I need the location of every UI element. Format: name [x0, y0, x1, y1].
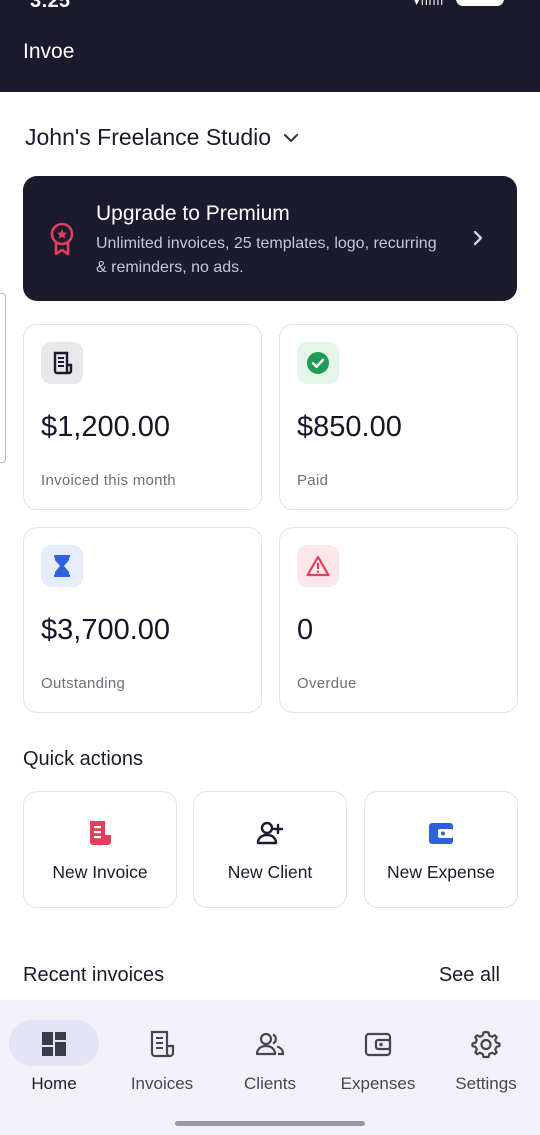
- chevron-right-icon: [473, 230, 483, 246]
- quick-actions-title: Quick actions: [23, 748, 144, 770]
- new-invoice-label: New Invoice: [52, 862, 148, 882]
- nav-home[interactable]: Home: [0, 1020, 108, 1100]
- nav-label: Invoices: [130, 1074, 194, 1093]
- recent-invoices-title: Recent invoices: [23, 964, 165, 986]
- stat-label: Paid: [297, 472, 329, 489]
- new-client-button[interactable]: New Client: [193, 791, 347, 908]
- receipt-icon: [41, 342, 83, 384]
- nav-label: Clients: [244, 1074, 296, 1093]
- stat-card-outstanding[interactable]: $3,700.00 Outstanding: [23, 527, 262, 713]
- nav-expenses[interactable]: Expenses: [324, 1020, 432, 1100]
- dashboard-icon: [42, 1032, 66, 1056]
- stat-amount: $3,700.00: [41, 614, 171, 646]
- signal-icon: ▾ıllıll: [413, 0, 444, 8]
- add-person-icon: [256, 821, 284, 845]
- stat-card-paid[interactable]: $850.00 Paid: [279, 324, 518, 510]
- stat-card-invoiced[interactable]: $1,200.00 Invoiced this month: [23, 324, 262, 510]
- new-expense-button[interactable]: New Expense: [364, 791, 518, 908]
- stat-amount: $850.00: [297, 411, 402, 443]
- wallet-icon: [364, 1032, 392, 1057]
- stat-card-overdue[interactable]: 0 Overdue: [279, 527, 518, 713]
- premium-description: Unlimited invoices, 25 templates, logo, …: [96, 235, 437, 276]
- status-time: 3:25: [30, 0, 71, 12]
- new-expense-label: New Expense: [387, 862, 495, 882]
- app-bar: Invoe: [0, 14, 540, 92]
- stat-label: Invoiced this month: [41, 472, 176, 489]
- home-content[interactable]: John's Freelance Studio Upgrade to Premi…: [0, 92, 540, 1000]
- nav-settings[interactable]: Settings: [432, 1020, 540, 1100]
- gear-icon: [471, 1030, 501, 1059]
- wallet-icon: [429, 823, 453, 844]
- nav-label: Home: [31, 1074, 77, 1093]
- hourglass-icon: [41, 545, 83, 587]
- nav-clients[interactable]: Clients: [216, 1020, 324, 1100]
- nav-invoices[interactable]: Invoices: [108, 1020, 216, 1100]
- upgrade-premium-banner[interactable]: Upgrade to Premium Unlimited invoices, 2…: [23, 176, 517, 301]
- warning-icon: [297, 545, 339, 587]
- see-all-link[interactable]: See all: [439, 964, 500, 987]
- status-bar: 3:25 ▾ıllıll: [0, 0, 540, 14]
- nav-label: Expenses: [340, 1074, 416, 1093]
- stat-amount: 0: [297, 614, 314, 646]
- side-drawer-handle[interactable]: [0, 293, 6, 463]
- studio-selector[interactable]: John's Freelance Studio: [25, 124, 301, 151]
- home-indicator[interactable]: [175, 1121, 365, 1126]
- chevron-down-icon: [283, 133, 299, 142]
- nav-label: Settings: [455, 1074, 517, 1093]
- stat-label: Outstanding: [41, 675, 126, 692]
- people-icon: [255, 1032, 285, 1056]
- new-invoice-button[interactable]: New Invoice: [23, 791, 177, 908]
- bottom-navigation: Home Invoices Clients Expenses Settings: [0, 1000, 540, 1135]
- receipt-icon: [150, 1030, 175, 1058]
- stat-label: Overdue: [297, 675, 357, 692]
- new-client-label: New Client: [227, 862, 313, 882]
- invoice-icon: [90, 821, 111, 845]
- app-title: Invoe: [23, 40, 75, 63]
- check-circle-icon: [297, 342, 339, 384]
- battery-icon: [456, 0, 504, 6]
- stat-amount: $1,200.00: [41, 411, 171, 443]
- award-icon: [50, 222, 74, 256]
- studio-name: John's Freelance Studio: [25, 124, 272, 150]
- premium-title: Upgrade to Premium: [96, 202, 290, 225]
